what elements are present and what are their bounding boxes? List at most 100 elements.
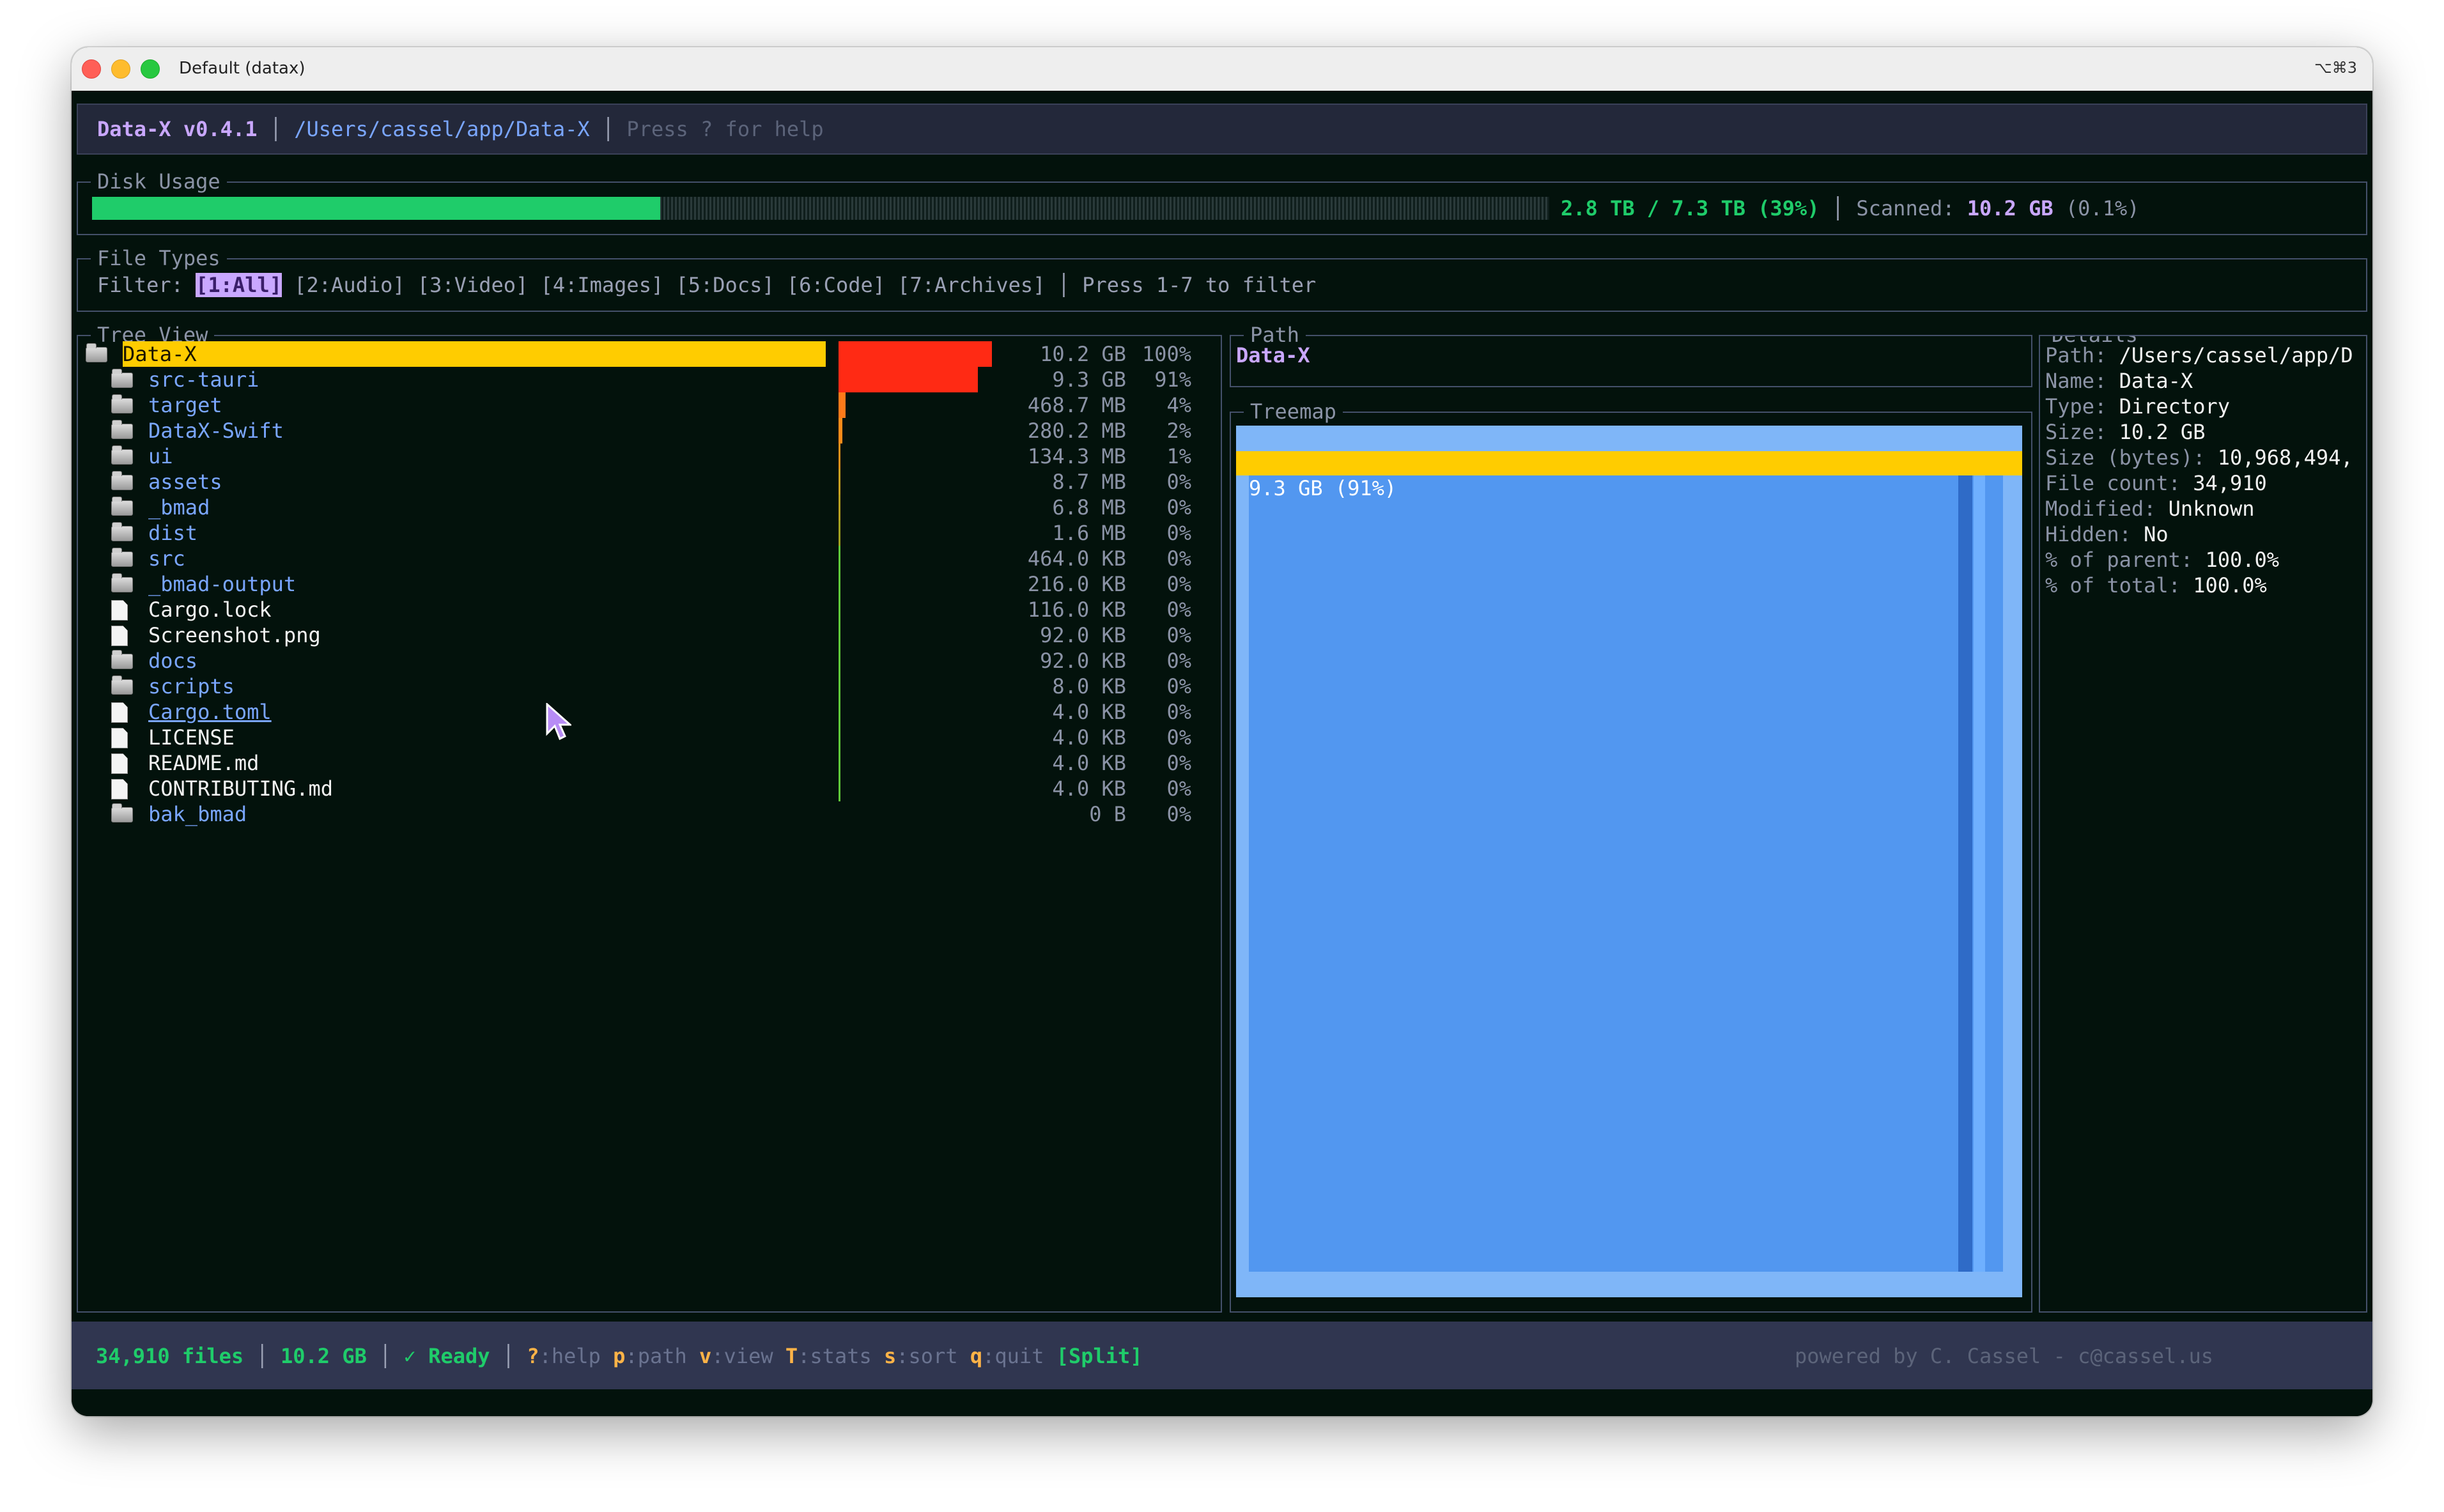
- header-line: Data-X v0.4.1 │ /Users/cassel/app/Data-X…: [97, 116, 824, 142]
- tree-list: Data-X 10.2 GB 100% src-tauri 9.3 GB 91% targe…: [78, 341, 1222, 1300]
- tree-row[interactable]: _bmad-output 216.0 KB 0%: [78, 571, 1228, 597]
- key-hint-key[interactable]: p: [613, 1344, 625, 1368]
- tree-row[interactable]: assets 8.7 MB 0%: [78, 469, 1228, 495]
- folder-icon: [111, 548, 133, 567]
- treemap-area[interactable]: 9.3 GB (91%): [1236, 426, 2022, 1297]
- detail-value: 100.0%: [2193, 573, 2267, 598]
- filter-audio[interactable]: [2:Audio]: [294, 273, 405, 297]
- detail-row: Modified: Unknown: [2045, 496, 2365, 521]
- tree-item-name: LICENSE: [148, 725, 235, 750]
- folder-icon: [111, 573, 133, 592]
- tree-item-percent: 4%: [1166, 393, 1191, 417]
- tree-row[interactable]: Data-X 10.2 GB 100%: [78, 341, 1228, 367]
- filter-label: Filter:: [97, 273, 183, 297]
- filter-archives[interactable]: [7:Archives]: [897, 273, 1045, 297]
- file-count: 34,910 files: [96, 1344, 244, 1368]
- status-line: 34,910 files │ 10.2 GB │ ✓ Ready │ ?:hel…: [96, 1343, 1143, 1369]
- tree-item-percent: 0%: [1166, 776, 1191, 801]
- size-bar: [839, 622, 840, 648]
- key-hint-key[interactable]: T: [785, 1344, 798, 1368]
- total-size: 10.2 GB: [280, 1344, 367, 1368]
- tree-row[interactable]: docs 92.0 KB 0%: [78, 648, 1228, 674]
- tree-item-name: Data-X: [123, 341, 826, 367]
- size-bar: [839, 597, 840, 622]
- key-hint-action: :stats: [798, 1344, 872, 1368]
- key-hint-key[interactable]: v: [699, 1344, 711, 1368]
- detail-value: 100.0%: [2205, 548, 2280, 572]
- folder-icon: [111, 420, 133, 439]
- detail-row: % of parent: 100.0%: [2045, 547, 2365, 573]
- tree-row[interactable]: Screenshot.png 92.0 KB 0%: [78, 622, 1228, 648]
- minimize-window-button[interactable]: [111, 59, 130, 79]
- tree-row[interactable]: Cargo.toml 4.0 KB 0%: [78, 699, 1228, 725]
- filter-all[interactable]: [1:All]: [196, 273, 282, 297]
- filter-docs[interactable]: [5:Docs]: [676, 273, 774, 297]
- status-separator: │: [379, 1344, 392, 1368]
- folder-icon: [111, 522, 133, 541]
- zoom-window-button[interactable]: [141, 59, 160, 79]
- size-bar: [839, 495, 840, 520]
- key-hint-key[interactable]: ?: [527, 1344, 539, 1368]
- size-bar: [839, 776, 840, 801]
- scanned-label: Scanned:: [1856, 196, 1955, 220]
- tree-row[interactable]: LICENSE 4.0 KB 0%: [78, 725, 1228, 750]
- detail-row: Type: Directory: [2045, 394, 2365, 419]
- filter-code[interactable]: [6:Code]: [787, 273, 885, 297]
- tree-item-size: 116.0 KB: [1027, 598, 1126, 622]
- tree-item-name: Cargo.lock: [148, 598, 272, 622]
- tree-item-name: bak_bmad: [148, 802, 247, 826]
- tree-row[interactable]: ui 134.3 MB 1%: [78, 444, 1228, 469]
- key-hint-key[interactable]: s: [884, 1344, 896, 1368]
- tree-row[interactable]: DataX-Swift 280.2 MB 2%: [78, 418, 1228, 444]
- tree-item-name: README.md: [148, 751, 259, 775]
- treemap-block-label: 9.3 GB (91%): [1249, 476, 1397, 500]
- tree-item-name: _bmad-output: [148, 572, 297, 596]
- tree-item-size: 0 B: [1089, 802, 1126, 826]
- tree-row[interactable]: scripts 8.0 KB 0%: [78, 674, 1228, 699]
- tree-item-size: 468.7 MB: [1027, 393, 1126, 417]
- filter-separator: │: [1057, 273, 1070, 297]
- detail-value: 10.2 GB: [2119, 420, 2206, 444]
- detail-row: File count: 34,910: [2045, 470, 2365, 496]
- tree-item-percent: 0%: [1166, 751, 1191, 775]
- terminal-content: Data-X v0.4.1 │ /Users/cassel/app/Data-X…: [72, 91, 2372, 1416]
- filter-video[interactable]: [3:Video]: [417, 273, 528, 297]
- detail-label: Hidden:: [2045, 522, 2131, 546]
- tree-row[interactable]: bak_bmad 0 B 0%: [78, 801, 1228, 827]
- detail-value: No: [2144, 522, 2169, 546]
- close-window-button[interactable]: [82, 59, 101, 79]
- tree-row[interactable]: target 468.7 MB 4%: [78, 392, 1228, 418]
- tree-row[interactable]: src 464.0 KB 0%: [78, 546, 1228, 571]
- tree-row[interactable]: README.md 4.0 KB 0%: [78, 750, 1228, 776]
- tree-item-percent: 0%: [1166, 470, 1191, 494]
- path-panel: Path Data-X: [1230, 322, 2032, 387]
- tree-row[interactable]: CONTRIBUTING.md 4.0 KB 0%: [78, 776, 1228, 801]
- tree-row[interactable]: _bmad 6.8 MB 0%: [78, 495, 1228, 520]
- tree-item-name: assets: [148, 470, 222, 494]
- detail-row: Hidden: No: [2045, 521, 2365, 547]
- size-bar: [839, 341, 992, 367]
- treemap-block-src-tauri[interactable]: 9.3 GB (91%): [1249, 475, 2003, 1272]
- tree-item-percent: 0%: [1166, 521, 1191, 545]
- header-panel: Data-X v0.4.1 │ /Users/cassel/app/Data-X…: [77, 104, 2367, 155]
- tree-item-size: 9.3 GB: [1052, 367, 1126, 392]
- disk-usage-bar: [92, 197, 1549, 220]
- detail-value: Data-X: [2119, 369, 2193, 393]
- window-title: Default (datax): [179, 59, 306, 78]
- tree-row[interactable]: Cargo.lock 116.0 KB 0%: [78, 597, 1228, 622]
- tree-view-panel: Tree View Data-X 10.2 GB 100% src-tauri 9.3 …: [77, 322, 1222, 1313]
- key-hint-key[interactable]: q: [970, 1344, 982, 1368]
- filter-images[interactable]: [4:Images]: [541, 273, 664, 297]
- tree-item-percent: 0%: [1166, 725, 1191, 750]
- app-version: Data-X v0.4.1: [97, 117, 258, 141]
- detail-label: Modified:: [2045, 497, 2156, 521]
- key-hint-action: :path: [625, 1344, 687, 1368]
- folder-icon: [111, 445, 133, 465]
- header-separator: │: [269, 117, 282, 141]
- tree-item-percent: 0%: [1166, 802, 1191, 826]
- file-icon: [111, 728, 128, 748]
- tree-item-percent: 0%: [1166, 495, 1191, 520]
- tree-row[interactable]: dist 1.6 MB 0%: [78, 520, 1228, 546]
- tree-row[interactable]: src-tauri 9.3 GB 91%: [78, 367, 1228, 392]
- detail-row: Size (bytes): 10,968,494,: [2045, 445, 2365, 470]
